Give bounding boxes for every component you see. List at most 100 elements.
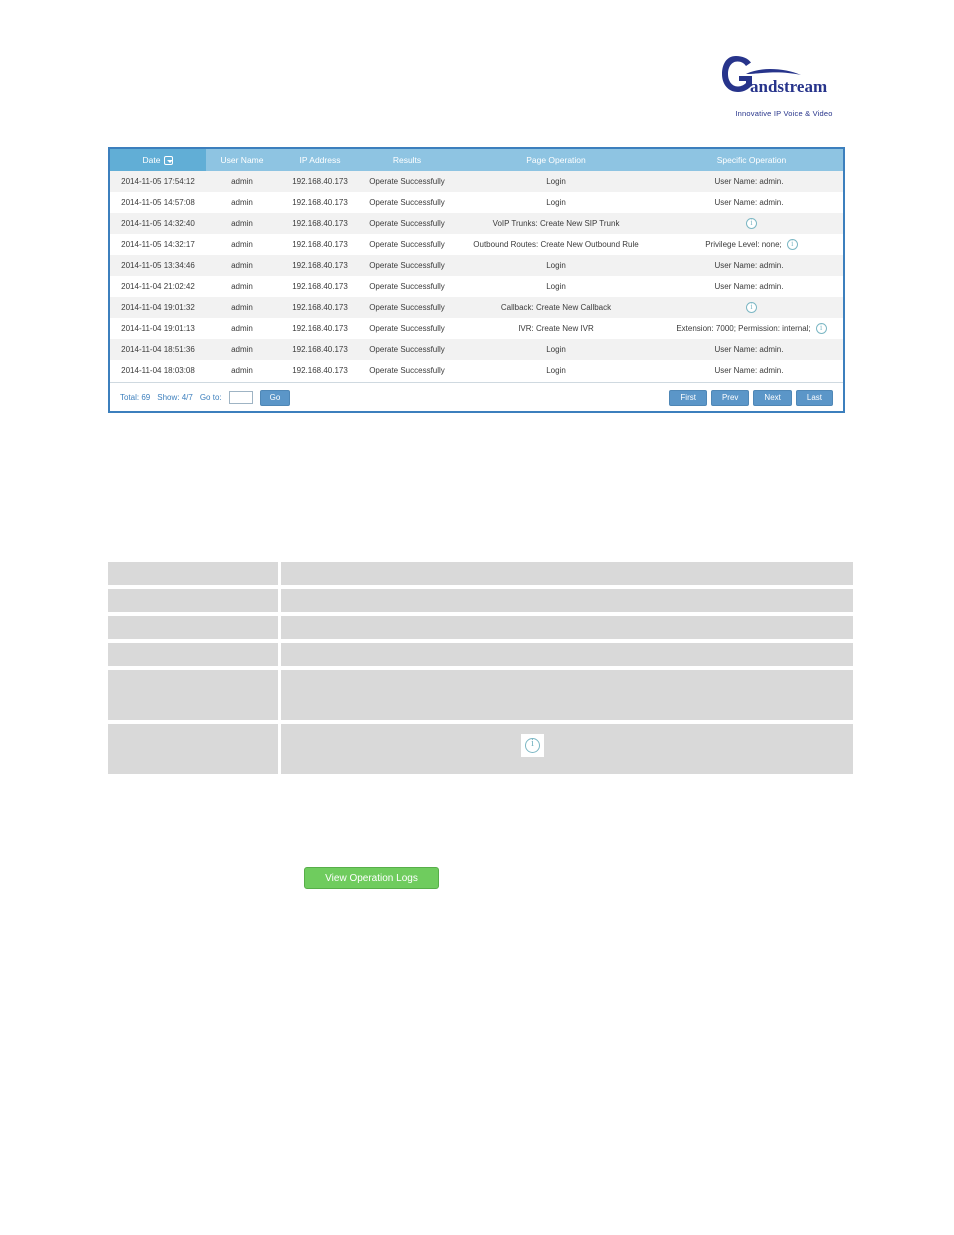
- cell-page-operation: IVR: Create New IVR: [452, 318, 660, 339]
- cell-user-name: admin: [206, 318, 278, 339]
- cell-specific-operation: Extension: 7000; Permission: internal;: [660, 318, 843, 339]
- cell-results: Operate Successfully: [362, 213, 452, 234]
- description-row-value: [281, 670, 853, 720]
- cell-date: 2014-11-05 14:57:08: [110, 192, 206, 213]
- cell-specific-operation: User Name: admin.: [660, 339, 843, 360]
- pagination-controls: First Prev Next Last: [669, 383, 833, 412]
- cell-results: Operate Successfully: [362, 171, 452, 192]
- page-root: andstream Innovative IP Voice & Video Da…: [0, 0, 954, 1235]
- description-row-value: [281, 643, 853, 666]
- pagination-info: Total: 69 Show: 4/7 Go to: Go: [120, 383, 291, 412]
- info-icon[interactable]: [786, 238, 798, 250]
- operation-log-body: 2014-11-05 17:54:12 admin 192.168.40.173 Op…: [110, 171, 843, 381]
- description-row: [108, 562, 853, 585]
- cell-date: 2014-11-04 18:51:36: [110, 339, 206, 360]
- cell-date: 2014-11-04 18:03:08: [110, 360, 206, 381]
- description-row: [108, 616, 853, 639]
- cell-page-operation: Login: [452, 255, 660, 276]
- info-icon[interactable]: [525, 736, 540, 753]
- cell-user-name: admin: [206, 339, 278, 360]
- cell-page-operation: Login: [452, 339, 660, 360]
- cell-ip-address: 192.168.40.173: [278, 318, 362, 339]
- info-icon-container: [521, 734, 544, 757]
- cell-page-operation: Login: [452, 360, 660, 381]
- table-row[interactable]: 2014-11-05 17:54:12 admin 192.168.40.173 Op…: [110, 171, 843, 192]
- last-page-button[interactable]: Last: [795, 389, 833, 406]
- cell-user-name: admin: [206, 276, 278, 297]
- cell-user-name: admin: [206, 297, 278, 318]
- logo-tagline: Innovative IP Voice & Video: [735, 109, 833, 118]
- cell-user-name: admin: [206, 213, 278, 234]
- cell-date: 2014-11-04 19:01:13: [110, 318, 206, 339]
- cell-page-operation: Callback: Create New Callback: [452, 297, 660, 318]
- cell-specific-operation: [660, 213, 843, 234]
- column-header-ip-address[interactable]: IP Address: [278, 149, 362, 171]
- cell-results: Operate Successfully: [362, 297, 452, 318]
- cell-page-operation: Login: [452, 171, 660, 192]
- cell-results: Operate Successfully: [362, 234, 452, 255]
- table-row[interactable]: 2014-11-04 18:51:36 admin 192.168.40.173 Op…: [110, 339, 843, 360]
- cell-specific-operation: User Name: admin.: [660, 255, 843, 276]
- column-header-results[interactable]: Results: [362, 149, 452, 171]
- column-header-user-name[interactable]: User Name: [206, 149, 278, 171]
- table-row[interactable]: 2014-11-05 14:32:17 admin 192.168.40.173 Op…: [110, 234, 843, 255]
- cell-date: 2014-11-05 14:32:40: [110, 213, 206, 234]
- cell-date: 2014-11-05 14:32:17: [110, 234, 206, 255]
- info-icon[interactable]: [746, 217, 757, 229]
- go-button[interactable]: Go: [259, 389, 291, 406]
- description-row-label: [108, 562, 278, 585]
- column-header-specific-operation[interactable]: Specific Operation: [660, 149, 843, 171]
- cell-specific-operation: User Name: admin.: [660, 192, 843, 213]
- cell-page-operation: Login: [452, 276, 660, 297]
- table-header-row: Date User Name IP Address Results Page O…: [110, 149, 843, 171]
- first-page-button[interactable]: First: [669, 389, 707, 406]
- cell-date: 2014-11-04 21:02:42: [110, 276, 206, 297]
- cell-specific-operation: [660, 297, 843, 318]
- specific-operation-text: Extension: 7000; Permission: internal;: [676, 324, 811, 333]
- table-row[interactable]: 2014-11-05 14:32:40 admin 192.168.40.173 Op…: [110, 213, 843, 234]
- cell-user-name: admin: [206, 255, 278, 276]
- cell-results: Operate Successfully: [362, 192, 452, 213]
- description-row-value: [281, 562, 853, 585]
- table-row[interactable]: 2014-11-04 21:02:42 admin 192.168.40.173 Op…: [110, 276, 843, 297]
- goto-page-input[interactable]: [228, 391, 253, 404]
- table-row[interactable]: 2014-11-04 19:01:13 admin 192.168.40.173 Op…: [110, 318, 843, 339]
- description-row: [108, 670, 853, 720]
- view-operation-logs-button[interactable]: View Operation Logs: [304, 867, 439, 889]
- description-row-value: [281, 616, 853, 639]
- cell-ip-address: 192.168.40.173: [278, 255, 362, 276]
- cell-specific-operation: User Name: admin.: [660, 171, 843, 192]
- table-row[interactable]: 2014-11-05 13:34:46 admin 192.168.40.173 Op…: [110, 255, 843, 276]
- cell-page-operation: Login: [452, 192, 660, 213]
- cell-ip-address: 192.168.40.173: [278, 192, 362, 213]
- table-row[interactable]: 2014-11-04 19:01:32 admin 192.168.40.173 Op…: [110, 297, 843, 318]
- sort-dropdown-icon[interactable]: [164, 156, 174, 166]
- prev-page-button[interactable]: Prev: [710, 389, 750, 406]
- operation-log-table: Date User Name IP Address Results Page O…: [110, 149, 843, 381]
- cell-results: Operate Successfully: [362, 360, 452, 381]
- table-row[interactable]: 2014-11-04 18:03:08 admin 192.168.40.173 Op…: [110, 360, 843, 381]
- grandstream-logo: andstream Innovative IP Voice & Video: [722, 52, 842, 124]
- specific-operation-text: User Name: admin.: [714, 366, 784, 376]
- cell-date: 2014-11-05 17:54:12: [110, 171, 206, 192]
- info-icon[interactable]: [815, 322, 827, 334]
- cell-ip-address: 192.168.40.173: [278, 276, 362, 297]
- table-row[interactable]: 2014-11-05 14:57:08 admin 192.168.40.173 Op…: [110, 192, 843, 213]
- column-header-date[interactable]: Date: [110, 149, 206, 171]
- description-row: [108, 724, 853, 774]
- column-header-page-operation[interactable]: Page Operation: [452, 149, 660, 171]
- next-page-button[interactable]: Next: [753, 389, 792, 406]
- cell-ip-address: 192.168.40.173: [278, 213, 362, 234]
- specific-operation-text: User Name: admin.: [714, 345, 784, 355]
- specific-operation-text: Privilege Level: none;: [705, 240, 782, 249]
- grandstream-logo-mark: andstream: [722, 56, 827, 96]
- cell-date: 2014-11-05 13:34:46: [110, 255, 206, 276]
- specific-operation-text: User Name: admin.: [714, 282, 784, 292]
- cell-page-operation: VoIP Trunks: Create New SIP Trunk: [452, 213, 660, 234]
- info-icon[interactable]: [746, 301, 757, 313]
- cell-specific-operation: User Name: admin.: [660, 360, 843, 381]
- column-header-date-label: Date: [142, 154, 161, 165]
- description-row: [108, 589, 853, 612]
- cell-ip-address: 192.168.40.173: [278, 171, 362, 192]
- goto-label: Go to:: [199, 393, 222, 402]
